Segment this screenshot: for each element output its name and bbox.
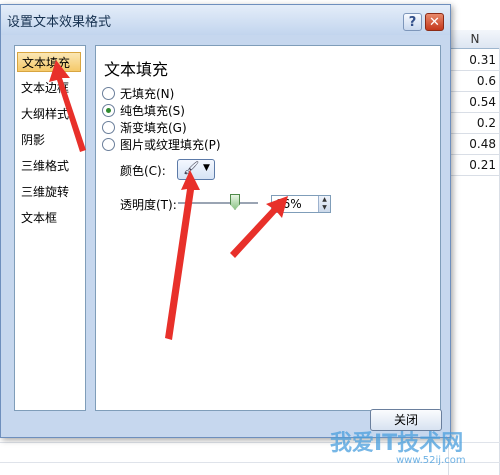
transparency-spinner[interactable]: 66% ▲ ▼: [271, 195, 331, 213]
radio-label: 图片或纹理填充(P): [120, 138, 221, 152]
nav-item-3d-rotation[interactable]: 三维旋转: [17, 182, 85, 202]
radio-button[interactable]: [102, 87, 115, 100]
nav-item-3d-format[interactable]: 三维格式: [17, 156, 85, 176]
nav-item-text-fill[interactable]: 文本填充: [17, 52, 81, 72]
radio-button[interactable]: [102, 104, 115, 117]
column-header-n[interactable]: N: [448, 30, 500, 49]
format-text-effects-dialog: 设置文本效果格式 ? ✕ 文本填充 文本边框 大纲样式 阴影 三维格式 三维旋转…: [0, 4, 451, 438]
cell[interactable]: 0.31: [448, 50, 500, 71]
radio-picture-fill[interactable]: 图片或纹理填充(P): [102, 137, 221, 153]
radio-label: 渐变填充(G): [120, 121, 187, 135]
cell[interactable]: 0.48: [448, 134, 500, 155]
transparency-slider-track[interactable]: [178, 202, 258, 204]
watermark-logo: 我爱IT技术网: [330, 431, 464, 456]
spinner-arrows-icon[interactable]: ▲ ▼: [318, 196, 330, 212]
radio-gradient-fill[interactable]: 渐变填充(G): [102, 120, 187, 136]
cell[interactable]: 0.21: [448, 155, 500, 176]
transparency-slider-thumb[interactable]: [230, 194, 240, 210]
radio-no-fill[interactable]: 无填充(N): [102, 86, 174, 102]
nav-item-outline-style[interactable]: 大纲样式: [17, 104, 85, 124]
cell[interactable]: 0.2: [448, 113, 500, 134]
close-icon[interactable]: ✕: [425, 13, 444, 31]
nav-item-text-border[interactable]: 文本边框: [17, 78, 85, 98]
radio-button[interactable]: [102, 138, 115, 151]
paint-bucket-icon: 🖌: [183, 161, 200, 176]
radio-label: 无填充(N): [120, 87, 175, 101]
category-list: 文本填充 文本边框 大纲样式 阴影 三维格式 三维旋转 文本框: [14, 45, 86, 411]
dialog-title: 设置文本效果格式: [7, 15, 112, 30]
radio-solid-fill[interactable]: 纯色填充(S): [102, 103, 185, 119]
color-picker-button[interactable]: 🖌 ▼: [177, 159, 215, 180]
nav-item-shadow[interactable]: 阴影: [17, 130, 85, 150]
radio-label: 纯色填充(S): [120, 104, 185, 118]
text-fill-panel: 文本填充 无填充(N) 纯色填充(S) 渐变填充(G) 图片或纹理填充(P) 颜…: [95, 45, 441, 411]
transparency-label: 透明度(T):: [120, 198, 177, 212]
transparency-value[interactable]: 66%: [275, 197, 302, 211]
chevron-down-icon: ▼: [203, 163, 210, 173]
title-bar[interactable]: 设置文本效果格式 ? ✕: [1, 5, 450, 35]
watermark-site: www.52ij.com: [396, 455, 466, 466]
help-button[interactable]: ?: [403, 13, 422, 31]
radio-button[interactable]: [102, 121, 115, 134]
panel-heading: 文本填充: [104, 60, 169, 79]
cell[interactable]: 0.6: [448, 71, 500, 92]
cell[interactable]: 0.54: [448, 92, 500, 113]
nav-item-text-box[interactable]: 文本框: [17, 208, 85, 228]
color-label: 颜色(C):: [120, 164, 166, 178]
